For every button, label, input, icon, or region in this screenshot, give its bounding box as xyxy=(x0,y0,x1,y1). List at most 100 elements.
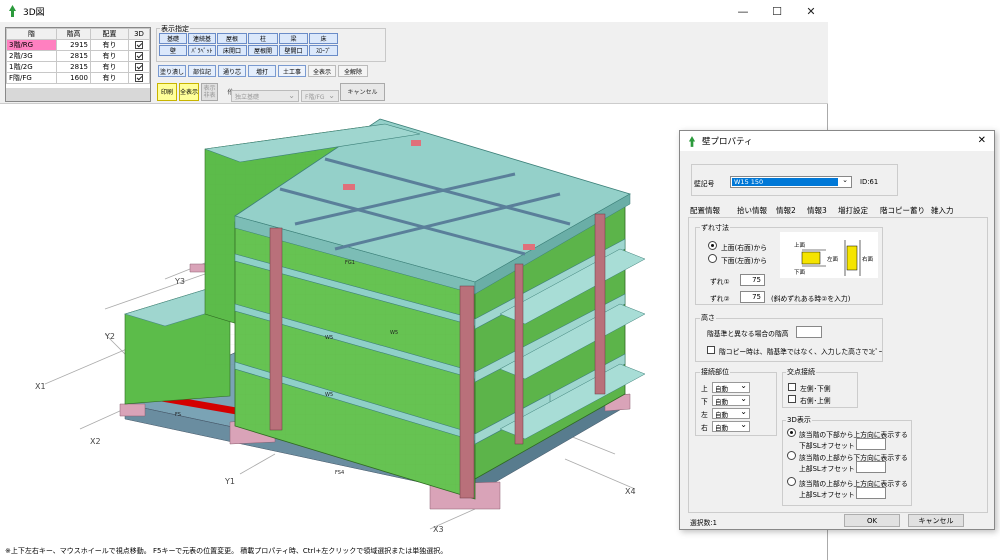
fill-button[interactable]: 塗り潰し xyxy=(158,65,186,77)
intersection-label: 交点接続 xyxy=(786,367,816,377)
grid-line-button[interactable]: 通り芯 xyxy=(218,65,246,77)
diagram-bottom-label: 下面 xyxy=(794,270,806,276)
axis-label: Y1 xyxy=(224,477,235,486)
display3d-opt1-sub: 下部SLオフセット xyxy=(799,442,855,450)
clear-all-button[interactable]: 全解除 xyxy=(338,65,368,77)
window-title: 3D図 xyxy=(23,7,45,18)
connection-right-select[interactable]: 自動 xyxy=(712,420,750,432)
table-row[interactable]: F階/FG 1600 有り xyxy=(6,72,150,84)
minimize-button[interactable]: — xyxy=(726,0,760,22)
floor-copy-checkbox[interactable] xyxy=(707,346,715,354)
member-tag: FG1 xyxy=(345,260,355,266)
axis-label: Y3 xyxy=(174,277,185,286)
display3d-opt3-label: 該当階の上部から上方向に表示する xyxy=(799,480,908,488)
toggle-wall-opening-button[interactable]: 壁開口 xyxy=(279,45,308,56)
display3d-opt3-radio[interactable] xyxy=(787,477,796,486)
display3d-opt2-radio[interactable] xyxy=(787,451,796,460)
height-label: 高さ xyxy=(700,313,716,323)
show-all-small-button[interactable]: 全表示 xyxy=(308,65,336,77)
app-icon xyxy=(688,135,696,147)
offset2-input[interactable]: 75 xyxy=(740,291,765,303)
table-row[interactable]: 1階/2G 2815 有り xyxy=(6,61,150,73)
floor-3d-checkbox[interactable] xyxy=(135,52,143,60)
diagram-top-label: 上面 xyxy=(794,243,806,249)
close-button[interactable]: ✕ xyxy=(794,0,828,22)
intersection-right-checkbox[interactable] xyxy=(788,395,796,403)
floor-name: 3階/RG xyxy=(6,39,57,51)
display3d-opt3-input[interactable] xyxy=(856,487,886,499)
tab-pickup[interactable]: 拾い情報 xyxy=(737,205,767,217)
floor-3d-checkbox[interactable] xyxy=(135,41,143,49)
toggle-slope-button[interactable]: ｽﾛｰﾌﾟ xyxy=(309,45,338,56)
cancel-toolbar-button[interactable]: キャンセル xyxy=(340,83,385,101)
tab-misc[interactable]: 雑入力 xyxy=(931,205,954,217)
floor-place: 有り xyxy=(90,72,129,84)
toggle-parapet-button[interactable]: ﾊﾟﾗﾍﾟｯﾄ xyxy=(188,45,216,56)
offset-top-radio[interactable] xyxy=(708,241,717,250)
height-input[interactable] xyxy=(796,326,822,338)
display3d-opt1-input[interactable] xyxy=(856,438,886,450)
table-row[interactable]: 3階/RG 2915 有り xyxy=(6,39,150,51)
wall-code-value: W15 150 xyxy=(732,178,838,186)
display3d-label: 3D表示 xyxy=(786,415,812,425)
maximize-button[interactable]: ☐ xyxy=(760,0,794,22)
tab-info2[interactable]: 情報2 xyxy=(776,205,796,217)
connection-label: 接続部位 xyxy=(700,367,730,377)
toggle-wall-button[interactable]: 壁 xyxy=(159,45,187,56)
connection-bottom-select[interactable]: 自動 xyxy=(712,394,750,406)
toggle-floor-button[interactable]: 床 xyxy=(309,33,338,44)
chevron-down-icon: ⌄ xyxy=(842,176,848,184)
offset-label: ずれ寸法 xyxy=(700,223,730,233)
wall-code-select[interactable]: W15 150 ⌄ xyxy=(730,176,852,188)
intersection-left-label: 左側･下側 xyxy=(800,385,831,393)
dialog-close-icon[interactable]: ✕ xyxy=(978,135,986,146)
show-all-button[interactable]: 全表示 xyxy=(179,83,199,101)
app-icon xyxy=(9,5,16,17)
additional-pour-button[interactable]: 増打 xyxy=(248,65,276,77)
axis-label: X3 xyxy=(433,525,444,534)
toggle-column-button[interactable]: 柱 xyxy=(248,33,278,44)
tab-placement[interactable]: 配置情報 xyxy=(690,205,720,217)
connection-left-select[interactable]: 自動 xyxy=(712,407,750,419)
offset-bottom-radio[interactable] xyxy=(708,254,717,263)
toggle-foundation-button[interactable]: 基礎 xyxy=(159,33,187,44)
display3d-opt2-input[interactable] xyxy=(856,461,886,473)
toggle-floor-opening-button[interactable]: 床開口 xyxy=(217,45,247,56)
member-tag: W5 xyxy=(325,392,333,398)
title-bar: 3D図 — ☐ ✕ xyxy=(0,0,828,22)
member-tag: W5 xyxy=(325,335,333,341)
toggle-roof-button[interactable]: 屋根 xyxy=(217,33,247,44)
tab-info3[interactable]: 情報3 xyxy=(807,205,827,217)
status-bar: ※上下左右キー、マウスホイールで視点移動。 F5キーで元表の位置変更。 積載プロ… xyxy=(5,547,448,555)
floor-height: 2815 xyxy=(56,50,91,62)
display3d-opt1-label: 該当階の下部から上方向に表示する xyxy=(799,431,908,439)
floor-combo[interactable]: F階/FG xyxy=(301,90,339,102)
floor-3d-checkbox[interactable] xyxy=(135,74,143,82)
ok-button[interactable]: OK xyxy=(844,514,900,527)
toggle-continuous-foundation-button[interactable]: 連続基 xyxy=(188,33,216,44)
table-row[interactable]: 2階/3G 2815 有り xyxy=(6,50,150,62)
connection-right-label: 右 xyxy=(701,424,708,432)
member-type-combo[interactable]: 独立基礎 xyxy=(231,90,299,102)
offset1-input[interactable]: 75 xyxy=(740,274,765,286)
display3d-opt3-sub: 上部SLオフセット xyxy=(799,491,855,499)
cancel-button[interactable]: キャンセル xyxy=(908,514,964,527)
col-3d-header: 3D xyxy=(128,28,150,40)
axis-label: X2 xyxy=(90,437,101,446)
earthwork-button[interactable]: 土工事 xyxy=(278,65,306,77)
connection-top-select[interactable]: 自動 xyxy=(712,381,750,393)
tab-additional[interactable]: 増打設定 xyxy=(838,205,868,217)
part-label-button[interactable]: 部位記 xyxy=(188,65,216,77)
intersection-left-checkbox[interactable] xyxy=(788,383,796,391)
offset2-label: ずれ② xyxy=(710,295,730,303)
offset-note: (斜めずれある時②を入力) xyxy=(771,295,851,303)
print-button[interactable]: 印刷 xyxy=(157,83,177,101)
floor-3d-checkbox[interactable] xyxy=(135,63,143,71)
offset-diagram: 上面 下面 左面 右面 xyxy=(780,232,878,278)
toggle-beam-button[interactable]: 梁 xyxy=(279,33,308,44)
display3d-opt1-radio[interactable] xyxy=(787,428,796,437)
tab-floor-copy[interactable]: 階コピー蓄り xyxy=(880,205,925,217)
toggle-roof-opening-button[interactable]: 屋根開 xyxy=(248,45,278,56)
axis-label: X1 xyxy=(35,382,46,391)
hide-show-button[interactable]: 表示 非表 xyxy=(201,83,218,101)
